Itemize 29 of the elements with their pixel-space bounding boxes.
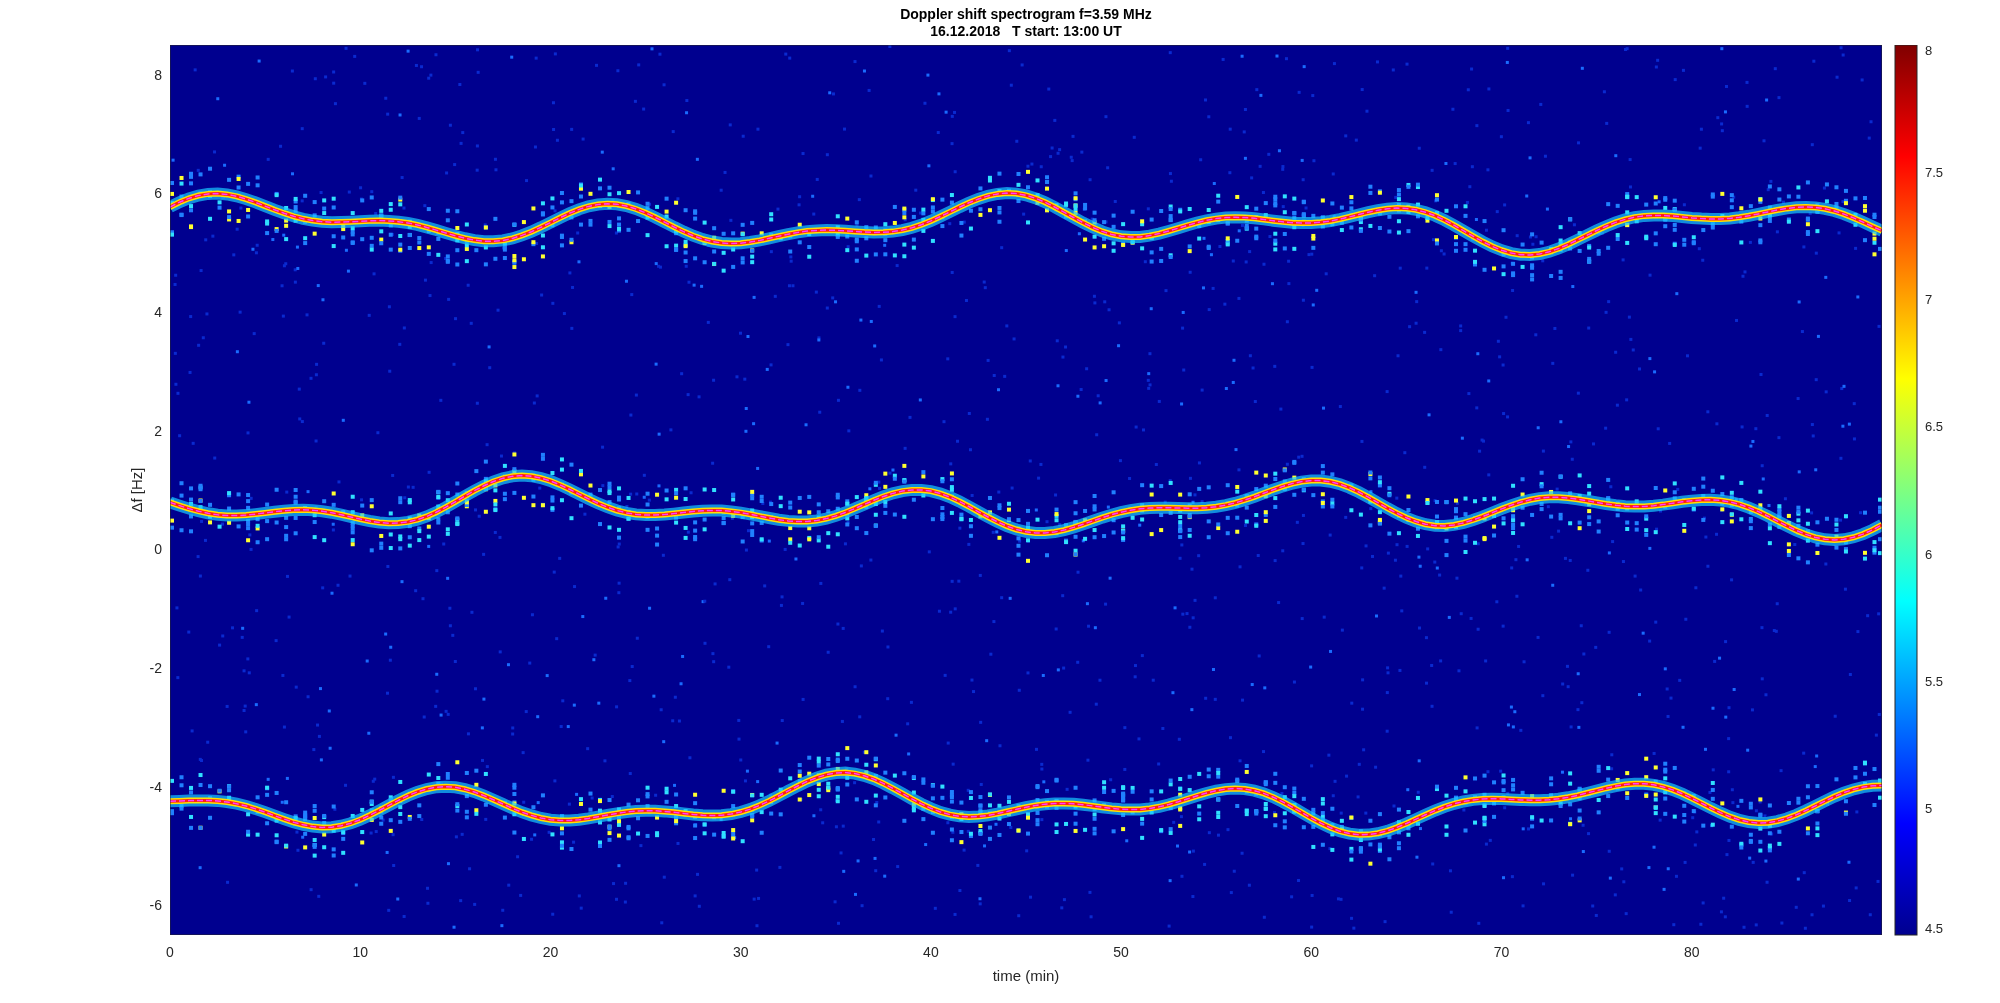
x-axis-label: time (min): [992, 967, 1060, 984]
colorbar-tick-label: 6: [1925, 546, 1933, 562]
x-tick-label: 20: [542, 944, 559, 960]
x-tick-label: 50: [1113, 944, 1129, 960]
x-tick-label: 80: [1684, 944, 1700, 960]
y-tick-label: 0: [154, 541, 162, 558]
y-tick-label: 6: [154, 185, 162, 202]
colorbar-tick-label: 6.5: [1925, 419, 1944, 435]
colorbar-tick-label: 5: [1925, 800, 1933, 816]
y-tick-label: -2: [149, 660, 162, 676]
x-tick-label: 30: [732, 944, 749, 960]
colorbar-tick-label: 7.5: [1925, 165, 1944, 181]
colorbar-tick-label: 8: [1925, 45, 1933, 58]
colorbar-tick-label: 5.5: [1925, 673, 1944, 689]
y-tick-label: -6: [149, 897, 162, 914]
x-tick-label: 60: [1303, 944, 1320, 960]
colorbar-tick-label: 7: [1925, 292, 1933, 308]
y-tick-label: 2: [154, 422, 162, 439]
x-tick-label: 70: [1493, 944, 1510, 960]
y-tick-label: 8: [154, 66, 162, 83]
y-axis-label: Δf [Hz]: [128, 467, 145, 513]
chart-subtitle: 16.12.2018 T start: 13:00 UT: [930, 22, 1122, 40]
x-tick-label: 40: [923, 944, 939, 960]
x-tick-label: 10: [352, 944, 368, 960]
x-tick-label: 0: [166, 944, 174, 960]
chart-title: Doppler shift spectrogram f=3.59 MHz: [900, 5, 1152, 23]
y-tick-label: 4: [154, 304, 162, 320]
y-tick-label: -4: [149, 778, 162, 795]
colorbar-tick-label: 4.5: [1925, 921, 1944, 936]
